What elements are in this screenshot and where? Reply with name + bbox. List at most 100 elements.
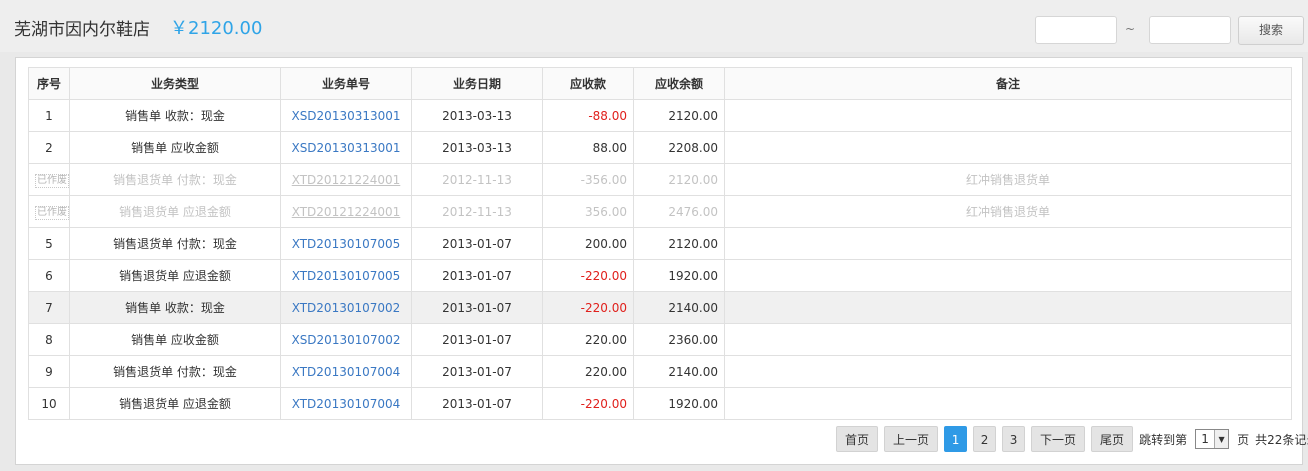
cell-receivable: 200.00 bbox=[542, 227, 634, 260]
cell-no: 已作废 bbox=[28, 163, 70, 196]
table-row[interactable]: 5 销售退货单 付款：现金 XTD20130107005 2013-01-07 200.… bbox=[28, 227, 1292, 260]
header-remark: 备注 bbox=[724, 67, 1292, 100]
search-button[interactable]: 搜索 bbox=[1238, 16, 1304, 45]
jump-label: 跳转到第 bbox=[1139, 432, 1188, 447]
cell-receivable: -220.00 bbox=[542, 291, 634, 324]
header-receivable: 应收款 bbox=[542, 67, 634, 100]
cell-doc-link[interactable]: XTD20130107004 bbox=[280, 387, 412, 420]
cell-remark bbox=[724, 291, 1292, 324]
negative-amount: -356.00 bbox=[580, 172, 627, 187]
date-to-input[interactable] bbox=[1149, 16, 1231, 44]
cell-type: 销售单 收款：现金 bbox=[69, 291, 281, 324]
header-type: 业务类型 bbox=[69, 67, 281, 100]
table-row[interactable]: 6 销售退货单 应退金额 XTD20130107005 2013-01-07 -220.… bbox=[28, 259, 1292, 292]
records-table: 序号 业务类型 业务单号 业务日期 应收款 应收余额 备注 1 销售单 收款：现金… bbox=[28, 67, 1292, 420]
cell-no: 6 bbox=[28, 259, 70, 292]
jump-page-value: 1 bbox=[1201, 432, 1209, 446]
negative-amount: -88.00 bbox=[588, 108, 627, 123]
negative-amount: -220.00 bbox=[580, 268, 627, 283]
cell-type: 销售单 应收金额 bbox=[69, 323, 281, 356]
cell-no: 8 bbox=[28, 323, 70, 356]
cell-doc-link[interactable]: XTD20130107002 bbox=[280, 291, 412, 324]
page-2-button[interactable]: 2 bbox=[973, 426, 997, 452]
cell-remark bbox=[724, 259, 1292, 292]
table-row[interactable]: 7 销售单 收款：现金 XTD20130107002 2013-01-07 -220.0… bbox=[28, 291, 1292, 324]
cell-balance: 2476.00 bbox=[633, 195, 725, 228]
cell-doc-link[interactable]: XTD20130107005 bbox=[280, 259, 412, 292]
table-row[interactable]: 8 销售单 应收金额 XSD20130107002 2013-01-07 220.00 2… bbox=[28, 323, 1292, 356]
cell-date: 2013-01-07 bbox=[411, 387, 543, 420]
cell-date: 2013-03-13 bbox=[411, 131, 543, 164]
cell-type: 销售退货单 付款：现金 bbox=[69, 163, 281, 196]
cell-remark bbox=[724, 131, 1292, 164]
voided-badge: 已作废 bbox=[35, 205, 69, 220]
cell-type: 销售退货单 付款：现金 bbox=[69, 355, 281, 388]
cell-receivable: -356.00 bbox=[542, 163, 634, 196]
cell-doc-link[interactable]: XSD20130313001 bbox=[280, 131, 412, 164]
cell-receivable: -220.00 bbox=[542, 387, 634, 420]
voided-badge: 已作废 bbox=[35, 173, 69, 188]
cell-doc-link[interactable]: XTD20130107004 bbox=[280, 355, 412, 388]
cell-remark: 红冲销售退货单 bbox=[724, 163, 1292, 196]
cell-doc-link[interactable]: XSD20130313001 bbox=[280, 99, 412, 132]
cell-no: 9 bbox=[28, 355, 70, 388]
cell-balance: 1920.00 bbox=[633, 259, 725, 292]
cell-doc-link[interactable]: XTD20121224001 bbox=[280, 195, 412, 228]
cell-doc-link[interactable]: XTD20130107005 bbox=[280, 227, 412, 260]
table-row[interactable]: 已作废 销售退货单 付款：现金 XTD20121224001 2012-11-13 -3… bbox=[28, 163, 1292, 196]
cell-no: 7 bbox=[28, 291, 70, 324]
cell-balance: 1920.00 bbox=[633, 387, 725, 420]
cell-balance: 2120.00 bbox=[633, 227, 725, 260]
cell-remark: 红冲销售退货单 bbox=[724, 195, 1292, 228]
cell-receivable: 220.00 bbox=[542, 323, 634, 356]
table-row[interactable]: 2 销售单 应收金额 XSD20130313001 2013-03-13 88.00 22… bbox=[28, 131, 1292, 164]
table-row[interactable]: 已作废 销售退货单 应退金额 XTD20121224001 2012-11-13 356… bbox=[28, 195, 1292, 228]
table-row[interactable]: 9 销售退货单 付款：现金 XTD20130107004 2013-01-07 220.… bbox=[28, 355, 1292, 388]
records-panel: 序号 业务类型 业务单号 业务日期 应收款 应收余额 备注 1 销售单 收款：现金… bbox=[15, 57, 1308, 465]
prev-page-button[interactable]: 上一页 bbox=[884, 426, 939, 452]
cell-balance: 2208.00 bbox=[633, 131, 725, 164]
cell-remark bbox=[724, 387, 1292, 420]
cell-remark bbox=[724, 323, 1292, 356]
cell-receivable: 356.00 bbox=[542, 195, 634, 228]
balance-amount: ￥2120.00 bbox=[170, 18, 263, 39]
cell-date: 2012-11-13 bbox=[411, 163, 543, 196]
table-row[interactable]: 10 销售退货单 应退金额 XTD20130107004 2013-01-07 -220… bbox=[28, 387, 1292, 420]
header-date: 业务日期 bbox=[411, 67, 543, 100]
cell-remark bbox=[724, 355, 1292, 388]
cell-receivable: -88.00 bbox=[542, 99, 634, 132]
cell-type: 销售退货单 应退金额 bbox=[69, 387, 281, 420]
cell-type: 销售退货单 应退金额 bbox=[69, 195, 281, 228]
page-1-button[interactable]: 1 bbox=[944, 426, 968, 452]
cell-doc-link[interactable]: XTD20121224001 bbox=[280, 163, 412, 196]
cell-date: 2012-11-13 bbox=[411, 195, 543, 228]
cell-date: 2013-01-07 bbox=[411, 259, 543, 292]
date-range-separator: ~ bbox=[1125, 22, 1136, 36]
cell-receivable: -220.00 bbox=[542, 259, 634, 292]
page-3-button[interactable]: 3 bbox=[1002, 426, 1026, 452]
cell-no: 已作废 bbox=[28, 195, 70, 228]
cell-no: 2 bbox=[28, 131, 70, 164]
header-doc-no: 业务单号 bbox=[280, 67, 412, 100]
cell-receivable: 88.00 bbox=[542, 131, 634, 164]
dropdown-arrow-icon[interactable]: ▼ bbox=[1214, 430, 1229, 448]
date-from-input[interactable] bbox=[1035, 16, 1117, 44]
header-no: 序号 bbox=[28, 67, 70, 100]
negative-amount: -220.00 bbox=[580, 396, 627, 411]
first-page-button[interactable]: 首页 bbox=[836, 426, 879, 452]
cell-type: 销售退货单 应退金额 bbox=[69, 259, 281, 292]
cell-date: 2013-01-07 bbox=[411, 291, 543, 324]
cell-type: 销售退货单 付款：现金 bbox=[69, 227, 281, 260]
cell-balance: 2140.00 bbox=[633, 291, 725, 324]
cell-balance: 2120.00 bbox=[633, 99, 725, 132]
cell-no: 5 bbox=[28, 227, 70, 260]
last-page-button[interactable]: 尾页 bbox=[1091, 426, 1134, 452]
table-row[interactable]: 1 销售单 收款：现金 XSD20130313001 2013-03-13 -88.00… bbox=[28, 99, 1292, 132]
cell-receivable: 220.00 bbox=[542, 355, 634, 388]
cell-balance: 2140.00 bbox=[633, 355, 725, 388]
cell-date: 2013-01-07 bbox=[411, 323, 543, 356]
next-page-button[interactable]: 下一页 bbox=[1031, 426, 1086, 452]
jump-page-select[interactable]: 1 ▼ bbox=[1195, 429, 1230, 449]
cell-date: 2013-01-07 bbox=[411, 227, 543, 260]
cell-doc-link[interactable]: XSD20130107002 bbox=[280, 323, 412, 356]
